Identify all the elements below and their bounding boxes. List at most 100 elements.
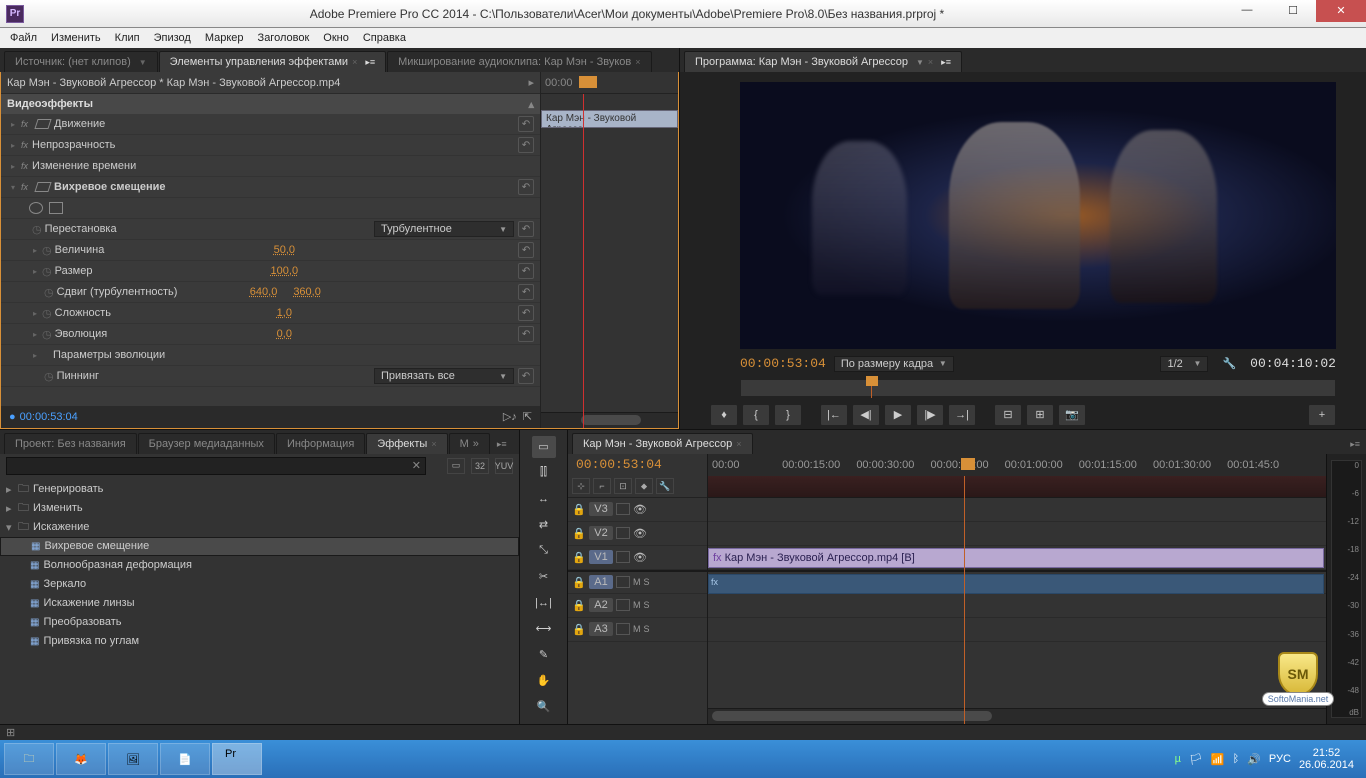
stopwatch-icon[interactable]: ◷ <box>42 328 52 341</box>
taskbar-explorer[interactable]: 🗀 <box>4 743 54 775</box>
reset-icon[interactable]: ↶ <box>518 116 534 132</box>
param-evo-options-row[interactable]: ▸Параметры эволюции <box>1 345 540 366</box>
linked-selection-icon[interactable]: ⊡ <box>614 478 632 494</box>
export-frame-button[interactable]: 📷 <box>1058 404 1086 426</box>
close-icon[interactable]: × <box>928 57 933 67</box>
ellipse-mask-icon[interactable] <box>29 202 43 214</box>
stopwatch-icon[interactable]: ◷ <box>42 265 52 278</box>
settings-wrench-icon[interactable]: 🔧 <box>1222 357 1236 370</box>
track-header-v3[interactable]: 🔒V3👁 <box>568 498 707 522</box>
stopwatch-icon[interactable]: ◷ <box>44 286 54 299</box>
mark-in-button[interactable]: { <box>742 404 770 426</box>
timeline-playhead[interactable] <box>964 476 965 724</box>
fx-motion-row[interactable]: ▸fxДвижение↶ <box>1 114 540 135</box>
panel-menu-icon[interactable]: ▸≡ <box>1344 435 1366 454</box>
stopwatch-icon[interactable]: ◷ <box>32 223 42 236</box>
tray-utorrent-icon[interactable]: µ <box>1175 753 1181 765</box>
close-icon[interactable]: × <box>352 57 357 67</box>
program-video-canvas[interactable] <box>740 82 1336 349</box>
menu-clip[interactable]: Клип <box>109 30 146 46</box>
sync-lock-icon[interactable] <box>616 551 630 563</box>
rect-mask-icon[interactable] <box>49 202 63 214</box>
add-marker-button[interactable]: ♦ <box>710 404 738 426</box>
go-to-in-button[interactable]: |← <box>820 404 848 426</box>
track-lane-v1[interactable]: fxКар Мэн - Звуковой Агрессор.mp4 [В] <box>708 546 1326 570</box>
lock-icon[interactable]: 🔒 <box>572 551 586 564</box>
tray-network-icon[interactable]: 📶 <box>1211 753 1225 766</box>
track-header-a3[interactable]: 🔒A3MS <box>568 618 707 642</box>
mute-toggle[interactable]: M <box>633 624 641 634</box>
yuv-filter-icon[interactable]: YUV <box>495 458 513 474</box>
menu-window[interactable]: Окно <box>317 30 355 46</box>
marker-icon[interactable]: ⬥ <box>635 478 653 494</box>
panel-menu-icon[interactable]: ▸≡ <box>941 57 951 68</box>
track-header-v2[interactable]: 🔒V2👁 <box>568 522 707 546</box>
size-value[interactable]: 100,0 <box>271 265 299 277</box>
track-lane-v3[interactable] <box>708 498 1326 522</box>
playhead-head-icon[interactable] <box>961 458 975 470</box>
reset-icon[interactable]: ↶ <box>518 326 534 342</box>
go-to-out-button[interactable]: →| <box>948 404 976 426</box>
tab-source[interactable]: Источник: (нет клипов)▼ <box>4 51 158 72</box>
maximize-button[interactable]: ☐ <box>1270 0 1316 22</box>
solo-toggle[interactable]: S <box>644 577 650 587</box>
tree-item-corner-pin[interactable]: ▦Привязка по углам <box>0 632 519 651</box>
close-icon[interactable]: × <box>736 439 741 449</box>
lock-icon[interactable]: 🔒 <box>572 623 586 636</box>
tray-language[interactable]: РУС <box>1269 753 1291 765</box>
tab-media-browser[interactable]: Браузер медиаданных <box>138 433 275 454</box>
snap-toggle-icon[interactable]: ⌐ <box>593 478 611 494</box>
tab-program[interactable]: Программа: Кар Мэн - Звуковой Агрессор▼×… <box>684 51 962 72</box>
video-effects-section[interactable]: Видеоэффекты ▴ <box>1 94 540 114</box>
lift-button[interactable]: ⊟ <box>994 404 1022 426</box>
reset-icon[interactable]: ↶ <box>518 179 534 195</box>
nest-toggle-icon[interactable]: ⊹ <box>572 478 590 494</box>
timeline-timecode[interactable]: 00:00:53:04 <box>576 457 662 472</box>
tab-sequence[interactable]: Кар Мэн - Звуковой Агрессор× <box>572 433 753 454</box>
tray-action-center-icon[interactable]: 🏳 <box>1189 753 1203 766</box>
lock-icon[interactable]: 🔒 <box>572 599 586 612</box>
32bit-filter-icon[interactable]: 32 <box>471 458 489 474</box>
zoom-tool[interactable]: 🔍 <box>532 696 556 718</box>
timeline-horizontal-scrollbar[interactable] <box>708 708 1326 724</box>
selection-tool[interactable]: ▭ <box>532 436 556 458</box>
reset-icon[interactable]: ↶ <box>518 368 534 384</box>
pen-tool[interactable]: ✎ <box>532 644 556 666</box>
menu-title[interactable]: Заголовок <box>252 30 316 46</box>
tree-folder-distort[interactable]: ▾🗀Искажение <box>0 518 519 537</box>
reset-icon[interactable]: ↶ <box>518 284 534 300</box>
reset-icon[interactable]: ↶ <box>518 221 534 237</box>
close-icon[interactable]: × <box>431 439 436 449</box>
menu-file[interactable]: Файл <box>4 30 43 46</box>
complexity-value[interactable]: 1,0 <box>277 307 292 319</box>
taskbar-premiere[interactable]: Pr <box>212 743 262 775</box>
zoom-fit-dropdown[interactable]: По размеру кадра▼ <box>834 356 954 372</box>
video-clip[interactable]: fxКар Мэн - Звуковой Агрессор.mp4 [В] <box>708 548 1324 568</box>
resolution-dropdown[interactable]: 1/2▼ <box>1160 356 1208 372</box>
clear-search-icon[interactable]: ✕ <box>412 459 421 472</box>
eye-icon[interactable]: 👁 <box>633 503 647 516</box>
collapse-icon[interactable]: ▸ <box>528 76 534 89</box>
track-lane-a2[interactable] <box>708 594 1326 618</box>
reset-icon[interactable]: ↶ <box>518 242 534 258</box>
sync-lock-icon[interactable] <box>616 623 630 635</box>
playhead-marker-icon[interactable] <box>579 76 597 88</box>
tree-item-transform[interactable]: ▦Преобразовать <box>0 613 519 632</box>
play-button[interactable]: ▶ <box>884 404 912 426</box>
tray-bluetooth-icon[interactable]: ᛒ <box>1233 753 1240 765</box>
extract-button[interactable]: ⊞ <box>1026 404 1054 426</box>
tab-effects[interactable]: Эффекты× <box>366 433 447 454</box>
audio-clip[interactable]: fx <box>708 574 1324 594</box>
tree-item-wave[interactable]: ▦Волнообразная деформация <box>0 556 519 575</box>
playhead-icon[interactable] <box>866 376 878 386</box>
taskbar-app2[interactable]: 📄 <box>160 743 210 775</box>
evolution-value[interactable]: 0,0 <box>277 328 292 340</box>
track-select-tool[interactable]: ⫿⫿ <box>532 462 556 484</box>
menu-help[interactable]: Справка <box>357 30 412 46</box>
pinning-dropdown[interactable]: Привязать все▼ <box>374 368 514 384</box>
stopwatch-icon[interactable]: ◷ <box>42 244 52 257</box>
footer-timecode[interactable]: 00:00:53:04 <box>20 411 78 423</box>
track-header-v1[interactable]: 🔒V1👁 <box>568 546 707 570</box>
sync-lock-icon[interactable] <box>616 503 630 515</box>
effect-timeline-ruler[interactable]: 00:00 <box>541 72 678 94</box>
